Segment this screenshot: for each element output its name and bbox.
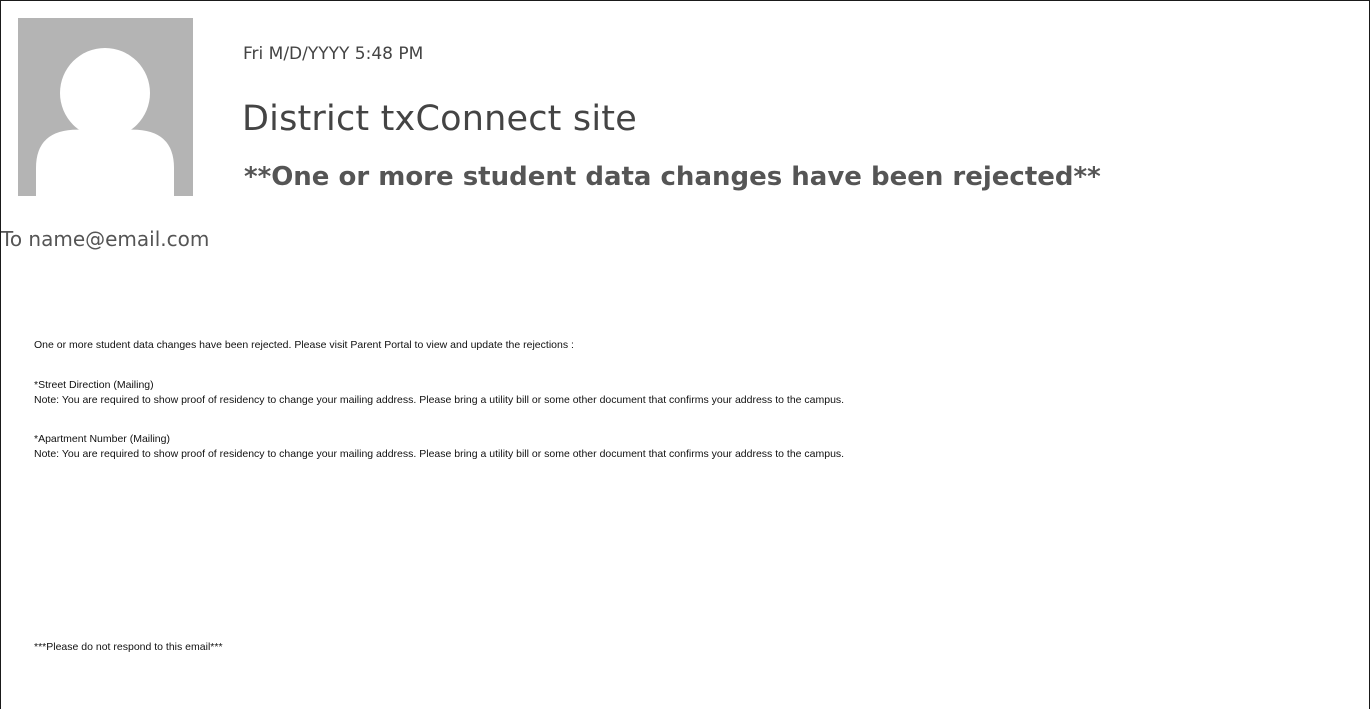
email-frame [0, 0, 1370, 709]
body-footer: ***Please do not respond to this email**… [34, 641, 223, 653]
rejection-item-note: Note: You are required to show proof of … [34, 448, 845, 460]
email-datetime: Fri M/D/YYYY 5:48 PM [243, 44, 424, 64]
body-intro: One or more student data changes have be… [34, 339, 574, 351]
rejection-item-note: Note: You are required to show proof of … [34, 394, 845, 406]
email-recipient[interactable]: To name@email.com [1, 227, 209, 251]
sender-avatar [18, 18, 193, 196]
person-placeholder-icon [36, 48, 174, 196]
email-subject: **One or more student data changes have … [244, 162, 1101, 192]
rejection-item-title: *Apartment Number (Mailing) [34, 433, 170, 445]
email-sender: District txConnect site [242, 99, 637, 139]
rejection-item-title: *Street Direction (Mailing) [34, 379, 154, 391]
